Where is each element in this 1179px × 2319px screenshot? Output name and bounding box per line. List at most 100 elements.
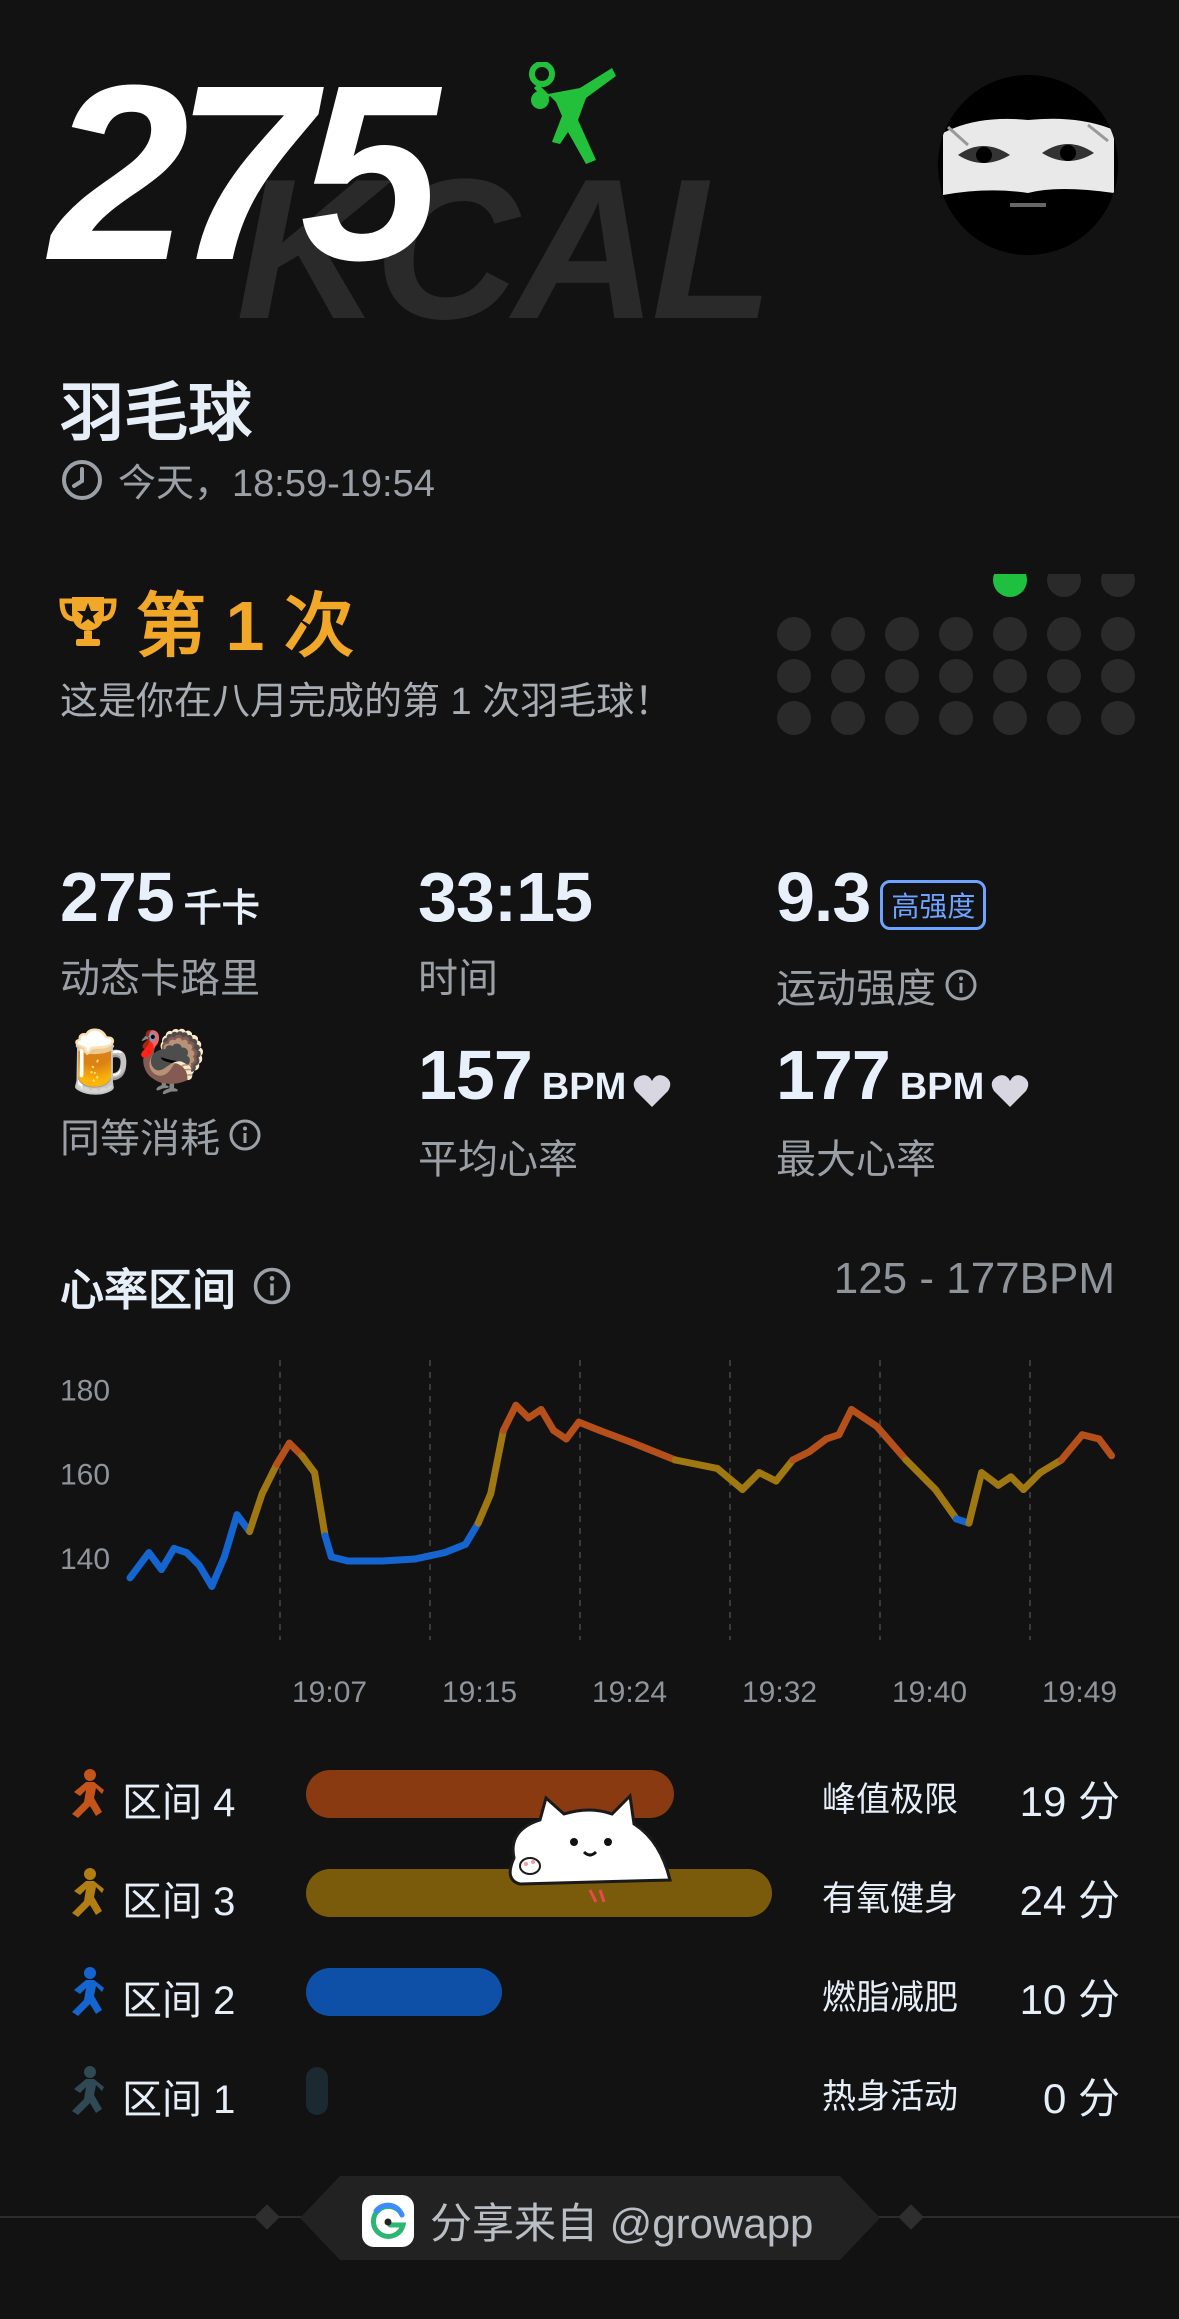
grow-logo-icon (370, 2202, 407, 2239)
hr-line-segment (411, 1549, 449, 1563)
intensity-badge: 高强度 (880, 879, 987, 930)
chart-x-tick-label: 19:24 (592, 1676, 667, 1709)
hr-line-segment (835, 1405, 856, 1439)
stat-equivalent: 🍺🦃 同等消耗 (60, 1032, 262, 1164)
runner-icon (72, 1769, 104, 1818)
stat-duration-label: 时间 (418, 957, 498, 1001)
user-avatar[interactable] (938, 75, 1118, 255)
hr-zone-heading: 心率区间 (60, 1254, 292, 1318)
activity-time: 今天，18:59-19:54 (60, 452, 435, 507)
progress-dot (777, 701, 811, 735)
hr-line-segment (499, 1401, 520, 1435)
stat-max-hr-label: 最大心率 (776, 1137, 936, 1182)
progress-dot (1047, 617, 1081, 651)
progress-dot (1047, 574, 1081, 597)
progress-dot (831, 701, 865, 735)
info-icon[interactable] (228, 1118, 262, 1152)
zone-minutes: 0 分 (1042, 2075, 1120, 2122)
share-text: 分享来自 @growapp (430, 2200, 814, 2247)
footer-ornament-right (898, 2204, 924, 2230)
heart-icon (634, 1074, 671, 1107)
progress-dot (831, 659, 865, 693)
zone-description: 热身活动 (822, 2078, 958, 2116)
stat-avg-hr-value: 157 (418, 1036, 533, 1114)
hr-line-segment (931, 1485, 960, 1523)
stat-intensity-label-row: 运动强度 (776, 956, 986, 1014)
progress-dot (1101, 701, 1135, 735)
zone-description: 峰值极限 (822, 1781, 958, 1819)
hr-line-segment (873, 1422, 910, 1464)
hr-range: 125 - 177BPM (833, 1254, 1115, 1303)
equivalent-food-icons: 🍺🦃 (60, 1028, 210, 1095)
chart-x-tick-label: 19:07 (292, 1676, 367, 1709)
zone-row: 区间 2 燃脂减肥 10 分 (60, 1962, 1120, 2023)
progress-dot (777, 617, 811, 651)
progress-dot (1047, 659, 1081, 693)
progress-dot (993, 701, 1027, 735)
chart-x-tick-label: 19:49 (1042, 1676, 1117, 1709)
progress-dot (1047, 701, 1081, 735)
zone-row: 区间 1 热身活动 0 分 (60, 2061, 1120, 2122)
hr-line-segment (474, 1490, 495, 1527)
hr-line-segment (157, 1544, 178, 1573)
progress-dot (1101, 574, 1135, 597)
clock-icon (62, 459, 102, 500)
progress-dot (831, 617, 865, 651)
chart-x-tick-label: 19:40 (892, 1676, 967, 1709)
stat-equivalent-label-row: 同等消耗 (60, 1106, 262, 1164)
info-icon[interactable] (252, 1266, 292, 1306)
zone-name: 区间 2 (122, 1979, 236, 2023)
progress-dot (885, 701, 919, 735)
stat-max-hr-unit: BPM (899, 1066, 985, 1108)
hr-line-segment (902, 1456, 939, 1493)
footer-ornament-left (254, 2204, 280, 2230)
stat-avg-hr: 157 BPM 平均心率 (418, 1040, 672, 1185)
hr-line-segment (311, 1469, 329, 1540)
calories-hero-number: 275 (50, 33, 439, 312)
stat-calories: 275 千卡 动态卡路里 (60, 862, 260, 1004)
share-footer[interactable]: 分享来自 @growapp (362, 2190, 813, 2251)
avatar-artwork-icon (938, 75, 1118, 255)
progress-dot (939, 701, 973, 735)
hr-line-segment (487, 1427, 507, 1498)
hr-line-segment (965, 1469, 986, 1527)
zone-bar (306, 2067, 328, 2115)
stat-avg-hr-label: 平均心率 (418, 1137, 578, 1182)
info-icon[interactable] (944, 968, 978, 1002)
progress-dot (939, 617, 973, 651)
zone-description: 有氧健身 (822, 1880, 958, 1918)
stat-calories-unit: 千卡 (183, 888, 260, 930)
activity-time-text: 今天，18:59-19:54 (118, 463, 435, 505)
chart-x-tick-label: 19:32 (742, 1676, 817, 1709)
progress-dot (777, 659, 811, 693)
zone-minutes: 10 分 (1019, 1976, 1120, 2023)
hr-line-segment (1095, 1435, 1116, 1460)
hr-line-segment (772, 1456, 797, 1485)
hr-line-segment (220, 1511, 241, 1561)
hr-line-segment (738, 1469, 763, 1493)
progress-dot (1101, 659, 1135, 693)
hr-line-segment (537, 1405, 558, 1435)
stat-intensity-value: 9.3 (776, 858, 871, 936)
hr-zone-title: 心率区间 (60, 1266, 236, 1315)
stat-max-hr: 177 BPM 最大心率 (776, 1040, 1030, 1185)
stat-duration: 33:15 时间 (418, 862, 593, 1004)
hr-line-segment (246, 1490, 266, 1536)
hr-line-segment (596, 1427, 637, 1447)
stat-avg-hr-unit: BPM (541, 1066, 627, 1108)
hr-line-segment (671, 1456, 721, 1472)
hr-line-segment (462, 1519, 482, 1548)
runner-icon (72, 1868, 104, 1917)
hr-line-segment (1036, 1456, 1065, 1477)
stat-duration-value: 33:15 (418, 858, 593, 936)
activity-title: 羽毛球 (60, 377, 252, 449)
stat-calories-label: 动态卡路里 (60, 957, 260, 1001)
stat-intensity: 9.3 高强度 运动强度 (776, 862, 987, 1014)
trophy-icon (59, 596, 117, 646)
progress-dot (939, 659, 973, 693)
badminton-player-icon (529, 62, 616, 164)
zone-name: 区间 4 (122, 1781, 236, 1825)
hr-line-segment (273, 1439, 293, 1468)
monthly-progress-dot-grid (777, 574, 1135, 735)
zone-bar (306, 1968, 502, 2016)
